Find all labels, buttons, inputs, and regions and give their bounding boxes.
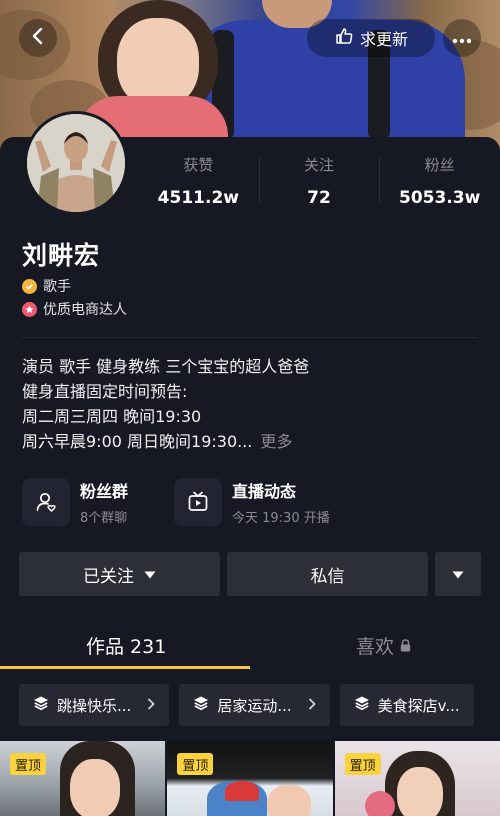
stat-likes[interactable]: 获赞 4511.2w	[138, 154, 259, 208]
pinned-badge: 置顶	[344, 753, 381, 775]
ellipsis-icon	[452, 29, 472, 48]
collection-chip[interactable]: 跳操快乐...	[19, 684, 170, 726]
collection-chip[interactable]: 居家运动...	[179, 684, 330, 726]
live-status-title: 直播动态	[232, 482, 297, 501]
verified-badge-icon	[22, 278, 37, 294]
tab-likes[interactable]: 喜欢	[356, 632, 411, 659]
hand-point-icon	[334, 26, 354, 50]
bio-more-link[interactable]: 更多	[260, 432, 292, 451]
video-grid: 置顶 置顶 置顶	[0, 741, 500, 816]
star-badge-icon	[22, 301, 37, 317]
active-tab-indicator	[0, 666, 250, 669]
stat-label: 获赞	[183, 156, 214, 174]
fan-group-entry[interactable]: 粉丝群 8个群聊	[22, 478, 128, 526]
request-update-label: 求更新	[359, 30, 408, 49]
tab-works[interactable]: 作品 231	[86, 632, 166, 659]
tab-likes-label: 喜欢	[356, 636, 395, 658]
recommend-toggle-button[interactable]	[435, 552, 481, 596]
collection-chip[interactable]: 美食探店v...	[339, 684, 474, 726]
profile-stats: 获赞 4511.2w 关注 72 粉丝 5053.3w	[138, 154, 500, 208]
chevron-right-icon	[147, 696, 156, 714]
divider	[22, 337, 478, 338]
profile-name: 刘畊宏	[22, 241, 101, 270]
video-thumbnail[interactable]: 置顶	[167, 741, 333, 816]
stat-label: 粉丝	[424, 156, 455, 174]
pinned-badge: 置顶	[177, 753, 214, 775]
fan-group-subtitle: 8个群聊	[80, 511, 128, 526]
collection-label: 居家运动...	[217, 696, 292, 715]
stat-following[interactable]: 关注 72	[258, 154, 380, 208]
collection-list: 跳操快乐... 居家运动... 美食探店v...	[19, 684, 500, 726]
chevron-left-icon	[29, 27, 47, 49]
profile-tag-singer: 歌手	[22, 276, 71, 296]
stat-value: 72	[307, 188, 331, 208]
collection-label: 跳操快乐...	[57, 696, 132, 715]
bio-line: 健身直播固定时间预告:	[22, 382, 188, 401]
stat-followers[interactable]: 粉丝 5053.3w	[379, 154, 500, 208]
fan-group-icon	[22, 478, 70, 526]
bio-line: 周六早晨9:00 周日晚间19:30...	[22, 432, 253, 451]
profile-tag-ecommerce[interactable]: 优质电商达人	[22, 299, 127, 319]
message-button[interactable]: 私信	[227, 552, 428, 596]
live-status-entry[interactable]: 直播动态 今天 19:30 开播	[174, 478, 330, 526]
live-status-subtitle: 今天 19:30 开播	[232, 511, 330, 526]
live-tv-icon	[174, 478, 222, 526]
avatar[interactable]	[24, 111, 128, 215]
followed-label: 已关注	[83, 566, 134, 587]
caret-down-icon	[452, 564, 464, 584]
layers-icon	[193, 695, 209, 715]
collection-label: 美食探店v...	[377, 696, 460, 715]
stat-value: 4511.2w	[157, 188, 239, 208]
back-button[interactable]	[19, 19, 57, 57]
content-tabs: 作品 231 喜欢	[0, 620, 500, 670]
stat-value: 5053.3w	[399, 188, 481, 208]
layers-icon	[354, 695, 370, 715]
video-thumbnail[interactable]: 置顶	[334, 741, 500, 816]
profile-tag-label: 优质电商达人	[43, 302, 127, 318]
request-update-button[interactable]: 求更新	[307, 19, 435, 57]
layers-icon	[33, 695, 49, 715]
chevron-right-icon	[308, 696, 316, 714]
bio-line: 周二周三周四 晚间19:30	[22, 407, 202, 426]
pinned-badge: 置顶	[10, 753, 47, 775]
video-thumbnail[interactable]: 置顶	[0, 741, 166, 816]
stat-label: 关注	[304, 156, 335, 174]
lock-icon	[400, 635, 411, 657]
caret-down-icon	[144, 564, 156, 584]
message-label: 私信	[310, 566, 345, 587]
bio-line: 演员 歌手 健身教练 三个宝宝的超人爸爸	[22, 357, 310, 376]
fan-group-title: 粉丝群	[80, 482, 129, 501]
profile-bio[interactable]: 演员 歌手 健身教练 三个宝宝的超人爸爸 健身直播固定时间预告: 周二周三周四 …	[22, 354, 482, 454]
profile-tag-label: 歌手	[43, 279, 71, 295]
followed-button[interactable]: 已关注	[19, 552, 220, 596]
more-options-button[interactable]	[443, 19, 481, 57]
